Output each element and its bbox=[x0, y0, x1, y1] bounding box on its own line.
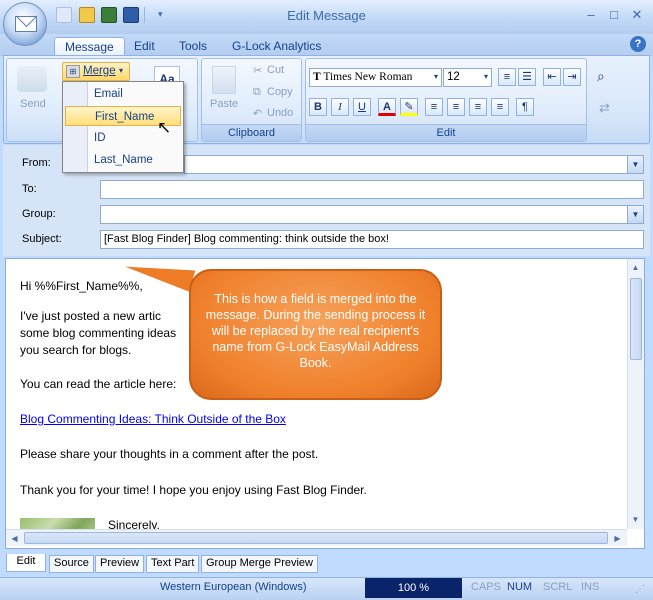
highlight-icon[interactable]: ✎ bbox=[400, 98, 418, 116]
numbered-list-icon[interactable]: ≡ bbox=[498, 68, 516, 86]
chevron-down-icon: ▾ bbox=[483, 72, 488, 81]
tab-message[interactable]: Message bbox=[54, 37, 125, 56]
resize-grip-icon[interactable]: ⋰ bbox=[635, 584, 645, 595]
maximize-button[interactable]: □ bbox=[604, 6, 624, 24]
group-label: Group: bbox=[22, 208, 56, 220]
body-line: You can read the article here: bbox=[20, 377, 177, 391]
tab-text-part-view[interactable]: Text Part bbox=[146, 555, 200, 573]
caps-lock-indicator: CAPS bbox=[471, 581, 501, 593]
article-link[interactable]: Blog Commenting Ideas: Think Outside of … bbox=[20, 412, 286, 426]
font-size-select[interactable]: 12 ▾ bbox=[443, 68, 492, 87]
from-label: From: bbox=[22, 157, 51, 169]
font-color-button[interactable]: A bbox=[378, 98, 396, 116]
copy-button[interactable]: Copy bbox=[267, 86, 293, 98]
tab-preview-view[interactable]: Preview bbox=[95, 555, 145, 573]
insert-mode-indicator: INS bbox=[581, 581, 600, 593]
scroll-lock-indicator: SCRL bbox=[543, 581, 573, 593]
tab-source-view[interactable]: Source bbox=[49, 555, 94, 573]
application-menu-button[interactable] bbox=[3, 2, 47, 46]
from-field[interactable]: ▼ bbox=[184, 155, 644, 174]
font-name-select[interactable]: T Times New Roman ▾ bbox=[309, 68, 442, 87]
underline-button[interactable]: U bbox=[353, 98, 371, 116]
merge-icon: ⊞ bbox=[66, 65, 80, 78]
decrease-indent-icon[interactable]: ⇤ bbox=[543, 68, 561, 86]
tab-group-merge-preview[interactable]: Group Merge Preview bbox=[201, 555, 318, 573]
to-label: To: bbox=[22, 183, 37, 195]
chevron-down-icon: ▾ bbox=[119, 66, 124, 75]
horizontal-scroll-thumb[interactable] bbox=[24, 532, 608, 544]
mouse-cursor-icon: ↖ bbox=[157, 118, 172, 137]
chevron-down-icon[interactable]: ▼ bbox=[627, 156, 643, 173]
send-button[interactable]: Send bbox=[20, 98, 46, 110]
zoom-level[interactable]: 100 % bbox=[365, 578, 462, 598]
font-size-value: 12 bbox=[447, 71, 460, 83]
find-icon[interactable]: ⌕ bbox=[597, 68, 605, 85]
body-line: I've just posted a new artic bbox=[20, 309, 162, 323]
cut-button[interactable]: Cut bbox=[267, 64, 284, 76]
justify-icon[interactable]: ≡ bbox=[491, 98, 509, 116]
undo-icon: ↶ bbox=[253, 108, 263, 120]
align-right-icon[interactable]: ≡ bbox=[469, 98, 487, 116]
body-greeting: Hi %%First_Name%%, bbox=[20, 279, 143, 293]
merge-label: Merge bbox=[83, 65, 116, 77]
increase-indent-icon[interactable]: ⇥ bbox=[563, 68, 581, 86]
group-field[interactable]: ▼ bbox=[100, 205, 644, 224]
merge-item-email[interactable]: Email bbox=[65, 84, 181, 104]
bold-button[interactable]: B bbox=[309, 98, 327, 116]
scroll-right-icon[interactable]: ▶ bbox=[610, 531, 625, 546]
subject-label: Subject: bbox=[22, 233, 62, 245]
body-line: you search for blogs. bbox=[20, 343, 132, 357]
font-type-icon: T bbox=[313, 71, 321, 83]
body-line: Please share your thoughts in a comment … bbox=[20, 447, 319, 461]
copy-icon: ⧉ bbox=[253, 86, 261, 98]
paste-icon bbox=[212, 66, 236, 94]
font-name-value: Times New Roman bbox=[323, 71, 413, 83]
tab-g-lock-analytics[interactable]: G-Lock Analytics bbox=[222, 37, 331, 56]
paste-button[interactable]: Paste bbox=[210, 98, 238, 110]
scroll-up-icon[interactable]: ▲ bbox=[628, 260, 643, 275]
scroll-left-icon[interactable]: ◀ bbox=[7, 531, 22, 546]
minimize-button[interactable]: – bbox=[581, 6, 601, 24]
body-line: Thank you for your time! I hope you enjo… bbox=[20, 483, 367, 497]
vertical-scrollbar[interactable]: ▲ ▼ bbox=[627, 259, 644, 529]
subject-field[interactable]: [Fast Blog Finder] Blog commenting: thin… bbox=[100, 230, 644, 249]
scissors-icon: ✂ bbox=[253, 65, 263, 77]
bulleted-list-icon[interactable]: ☰ bbox=[518, 68, 536, 86]
chevron-down-icon: ▾ bbox=[433, 72, 438, 81]
to-field[interactable] bbox=[100, 180, 644, 199]
align-left-icon[interactable]: ≡ bbox=[425, 98, 443, 116]
send-icon bbox=[17, 66, 47, 92]
callout-text: This is how a field is merged into the m… bbox=[205, 292, 426, 370]
edit-group-label: Edit bbox=[306, 124, 586, 141]
paragraph-icon[interactable]: ¶ bbox=[516, 98, 534, 116]
window-title: Edit Message bbox=[287, 8, 366, 23]
clipboard-group-label: Clipboard bbox=[202, 124, 301, 141]
replace-icon[interactable]: ⇄ bbox=[599, 100, 610, 116]
envelope-icon bbox=[15, 16, 37, 32]
callout-annotation: This is how a field is merged into the m… bbox=[189, 269, 442, 400]
close-button[interactable]: ✕ bbox=[627, 6, 647, 24]
italic-button[interactable]: I bbox=[331, 98, 349, 116]
num-lock-indicator: NUM bbox=[507, 581, 533, 593]
tab-tools[interactable]: Tools bbox=[169, 37, 217, 56]
align-center-icon[interactable]: ≡ bbox=[447, 98, 465, 116]
merge-button[interactable]: ⊞ Merge ▾ bbox=[62, 62, 130, 81]
help-icon[interactable]: ? bbox=[630, 36, 646, 52]
body-line: some blog commenting ideas bbox=[20, 326, 177, 340]
horizontal-scrollbar[interactable]: ◀ ▶ bbox=[6, 529, 627, 546]
scroll-down-icon[interactable]: ▼ bbox=[628, 512, 643, 527]
tab-edit[interactable]: Edit bbox=[124, 37, 165, 56]
tab-edit-view[interactable]: Edit bbox=[6, 554, 46, 572]
merge-item-last-name[interactable]: Last_Name bbox=[65, 150, 181, 170]
chevron-down-icon[interactable]: ▼ bbox=[627, 206, 643, 223]
encoding-status[interactable]: Western European (Windows) bbox=[160, 581, 307, 593]
vertical-scroll-thumb[interactable] bbox=[630, 278, 642, 360]
undo-button[interactable]: Undo bbox=[267, 107, 293, 119]
